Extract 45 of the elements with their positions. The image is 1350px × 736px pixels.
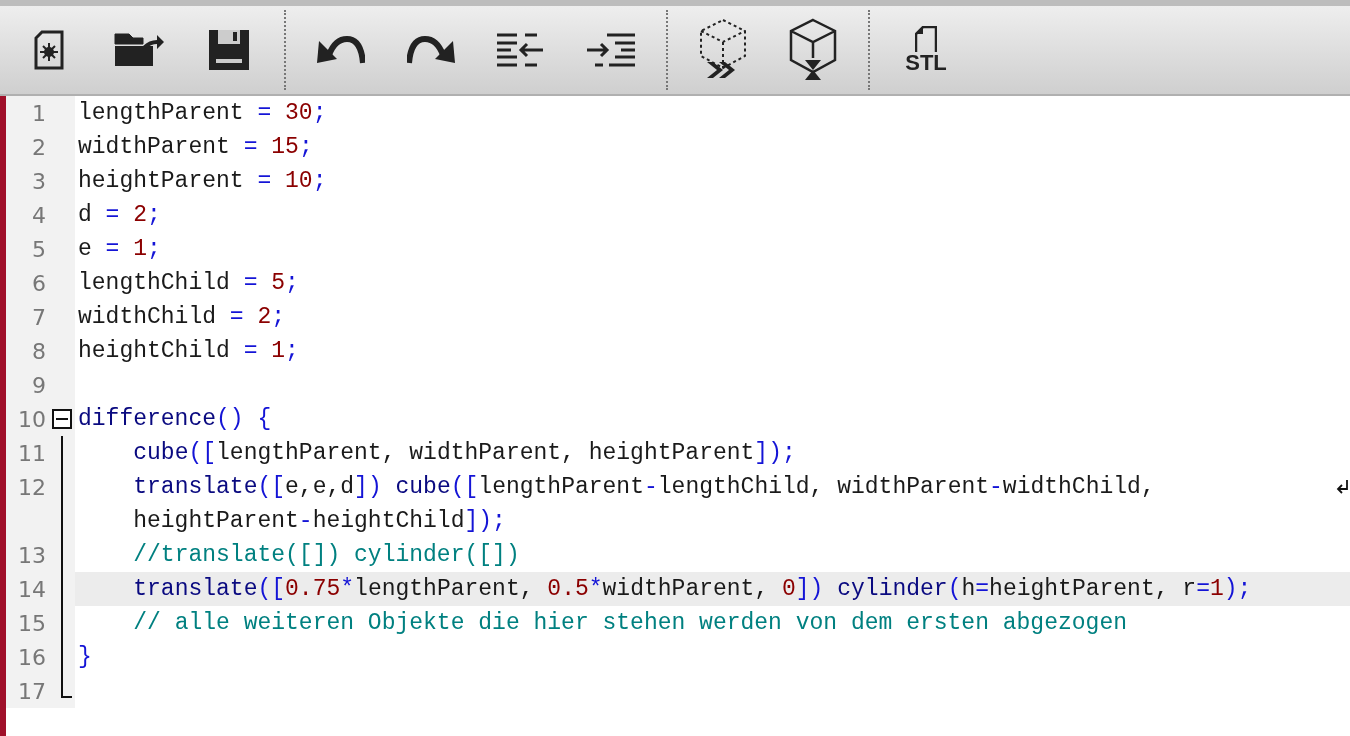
line-number: 5	[32, 236, 46, 262]
code-line: d = 2;	[78, 203, 161, 227]
line-number: 15	[18, 610, 46, 636]
line-number: 9	[32, 372, 46, 398]
code-line: heightParent = 10;	[78, 169, 327, 193]
line-number: 1	[32, 100, 46, 126]
code-line: widthParent = 15;	[78, 135, 313, 159]
line-number: 2	[32, 134, 46, 160]
line-number: 7	[32, 304, 46, 330]
code-line: // alle weiteren Objekte die hier stehen werden von dem ersten abgezogen	[132, 611, 1127, 635]
code-line: lengthParent = 30;	[78, 101, 327, 125]
code-line: difference() {	[78, 407, 272, 431]
code-line: heightChild = 1;	[78, 339, 299, 363]
fold-end-line	[61, 674, 72, 698]
wrap-arrow-icon	[1336, 479, 1348, 495]
line-number: 8	[32, 338, 46, 364]
new-file-icon	[33, 30, 65, 70]
undo-icon	[317, 35, 365, 65]
line-number: 3	[32, 168, 46, 194]
code-line: lengthChild = 5;	[78, 271, 299, 295]
code-line: //translate([]) cylinder([])	[132, 543, 520, 567]
line-number: 11	[18, 440, 46, 466]
indent-icon	[587, 33, 635, 67]
redo-icon	[407, 35, 455, 65]
line-number: 6	[32, 270, 46, 296]
export-stl-button[interactable]: STL	[880, 14, 972, 86]
unindent-icon	[497, 33, 545, 67]
code-line: widthChild = 2;	[78, 305, 286, 329]
code-line: translate([0.75*lengthParent, 0.5*widthParent, 0]) cylinder(h=heightParent, r=1);	[132, 577, 1252, 601]
fold-toggle[interactable]	[52, 409, 72, 429]
line-number: 13	[18, 542, 46, 568]
file-icon	[915, 26, 937, 52]
line-number: 12	[18, 474, 46, 500]
code-line: }	[78, 645, 92, 669]
line-number: 4	[32, 202, 46, 228]
code-line: translate([e,e,d]) cube([lengthParent-lengthChild, widthParent-widthChild,	[132, 475, 1155, 499]
folder-icon	[113, 32, 165, 68]
cube-hourglass-icon	[787, 18, 839, 82]
code-line: cube([lengthParent, widthParent, heightParent]);	[132, 441, 796, 465]
line-number: 17	[18, 678, 46, 704]
wrapped-code-line: heightParent-heightChild]);	[133, 509, 506, 533]
code-line: e = 1;	[78, 237, 161, 261]
line-number: 14	[18, 576, 46, 602]
line-number: 16	[18, 644, 46, 670]
line-number: 10	[18, 406, 46, 432]
